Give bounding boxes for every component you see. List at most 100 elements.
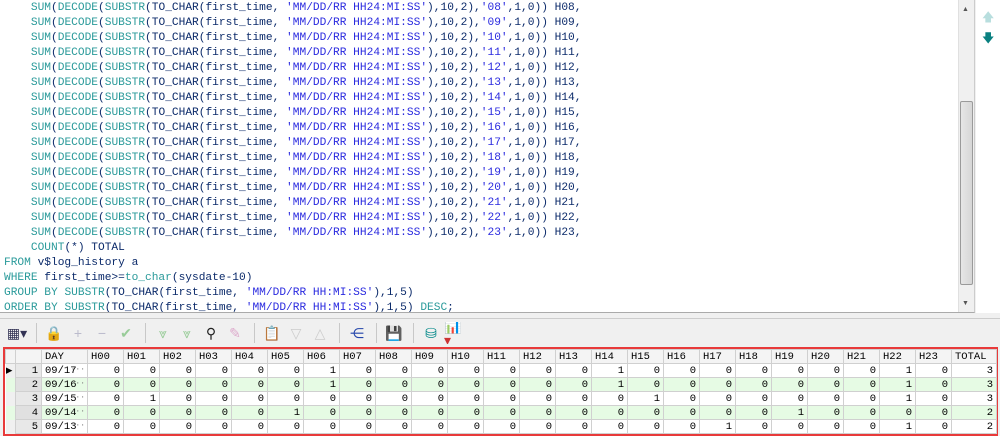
column-header-h23[interactable]: H23 [915,349,952,364]
previous-arrow-icon[interactable]: 🡅 [982,8,994,29]
save-icon[interactable]: 💾 [383,322,405,344]
cell-h18[interactable]: 0 [735,419,772,434]
cell-h02[interactable]: 0 [159,405,196,420]
add-icon[interactable]: + [67,322,89,344]
filter-up-icon[interactable]: △ [309,322,331,344]
cell-h11[interactable]: 0 [483,419,520,434]
cell-h14[interactable]: 0 [591,405,628,420]
cell-h23[interactable]: 0 [915,405,952,420]
cell-h19[interactable]: 0 [771,377,808,392]
cell-h13[interactable]: 0 [555,363,592,378]
column-header-h15[interactable]: H15 [627,349,664,364]
cell-h11[interactable]: 0 [483,363,520,378]
cell-h23[interactable]: 0 [915,377,952,392]
cell-h10[interactable]: 0 [447,419,484,434]
row-number[interactable]: 2 [15,377,42,392]
cell-h16[interactable]: 0 [663,377,700,392]
cell-h08[interactable]: 0 [375,363,412,378]
cell-total[interactable]: 3 [951,391,997,406]
cell-h03[interactable]: 0 [195,377,232,392]
column-header-h18[interactable]: H18 [735,349,772,364]
cell-h19[interactable]: 1 [771,405,808,420]
cell-h11[interactable]: 0 [483,391,520,406]
cell-h01[interactable]: 0 [123,405,160,420]
cell-h04[interactable]: 0 [231,377,268,392]
ellipsis-button[interactable]: ··· [71,393,85,405]
check-icon[interactable]: ✔ [115,322,137,344]
ellipsis-button[interactable]: ··· [71,407,85,419]
cell-h21[interactable]: 0 [843,363,880,378]
cell-h05[interactable]: 0 [267,419,304,434]
column-header-h08[interactable]: H08 [375,349,412,364]
column-header-h14[interactable]: H14 [591,349,628,364]
clear-icon[interactable]: ✎ [224,322,246,344]
cell-day[interactable]: 09/15 ··· [41,391,88,406]
cell-h07[interactable]: 0 [339,419,376,434]
cell-h13[interactable]: 0 [555,377,592,392]
cell-h02[interactable]: 0 [159,391,196,406]
column-header-h03[interactable]: H03 [195,349,232,364]
cell-total[interactable]: 3 [951,363,997,378]
column-header-h01[interactable]: H01 [123,349,160,364]
column-header-h12[interactable]: H12 [519,349,556,364]
column-header-h16[interactable]: H16 [663,349,700,364]
cell-h04[interactable]: 0 [231,363,268,378]
cell-h18[interactable]: 0 [735,377,772,392]
cell-h06[interactable]: 1 [303,363,340,378]
cell-h12[interactable]: 0 [519,363,556,378]
cell-h13[interactable]: 0 [555,419,592,434]
row-number[interactable]: 5 [15,419,42,434]
ellipsis-button[interactable]: ··· [71,365,85,377]
sql-editor[interactable]: SUM(DECODE(SUBSTR(TO_CHAR(first_time, 'M… [0,0,975,313]
cell-h22[interactable]: 1 [879,391,916,406]
cell-h00[interactable]: 0 [87,405,124,420]
cell-h03[interactable]: 0 [195,405,232,420]
cell-h16[interactable]: 0 [663,391,700,406]
cell-h22[interactable]: 1 [879,419,916,434]
cell-h06[interactable]: 0 [303,419,340,434]
cell-total[interactable]: 2 [951,419,997,434]
fetch-next-icon[interactable]: ⩔ [152,322,174,344]
cell-h10[interactable]: 0 [447,377,484,392]
ellipsis-button[interactable]: ··· [71,379,85,391]
cell-h18[interactable]: 0 [735,391,772,406]
cell-total[interactable]: 3 [951,377,997,392]
cell-h08[interactable]: 0 [375,377,412,392]
cell-h23[interactable]: 0 [915,391,952,406]
cell-h20[interactable]: 0 [807,391,844,406]
column-header-h11[interactable]: H11 [483,349,520,364]
cell-h15[interactable]: 0 [627,419,664,434]
cell-h00[interactable]: 0 [87,363,124,378]
cell-h10[interactable]: 0 [447,405,484,420]
cell-h19[interactable]: 0 [771,391,808,406]
column-header-h05[interactable]: H05 [267,349,304,364]
cell-h06[interactable]: 0 [303,405,340,420]
cell-h15[interactable]: 0 [627,363,664,378]
cell-h14[interactable]: 1 [591,377,628,392]
cell-h08[interactable]: 0 [375,405,412,420]
cell-h23[interactable]: 0 [915,419,952,434]
cell-h21[interactable]: 0 [843,405,880,420]
cell-h06[interactable]: 0 [303,391,340,406]
cell-h09[interactable]: 0 [411,391,448,406]
cell-h17[interactable]: 0 [699,405,736,420]
cell-h12[interactable]: 0 [519,405,556,420]
cell-h12[interactable]: 0 [519,391,556,406]
cell-h09[interactable]: 0 [411,363,448,378]
cell-h12[interactable]: 0 [519,377,556,392]
cell-h07[interactable]: 0 [339,377,376,392]
cell-h14[interactable]: 0 [591,391,628,406]
cell-day[interactable]: 09/17 ··· [41,363,88,378]
cell-h21[interactable]: 0 [843,391,880,406]
column-header-total[interactable]: TOTAL [951,349,997,364]
cell-h19[interactable]: 0 [771,363,808,378]
column-header-h21[interactable]: H21 [843,349,880,364]
cell-h02[interactable]: 0 [159,419,196,434]
column-header-h09[interactable]: H09 [411,349,448,364]
cell-day[interactable]: 09/16 ··· [41,377,88,392]
table-row[interactable]: 5 09/13 ··· 0 0 0 0 0 0 0 0 0 0 0 0 0 0 0 0 0 1 0 0 0 0 1 0 2 [5,419,997,434]
cell-h12[interactable]: 0 [519,419,556,434]
cell-h10[interactable]: 0 [447,363,484,378]
column-header-h02[interactable]: H02 [159,349,196,364]
cell-h09[interactable]: 0 [411,377,448,392]
